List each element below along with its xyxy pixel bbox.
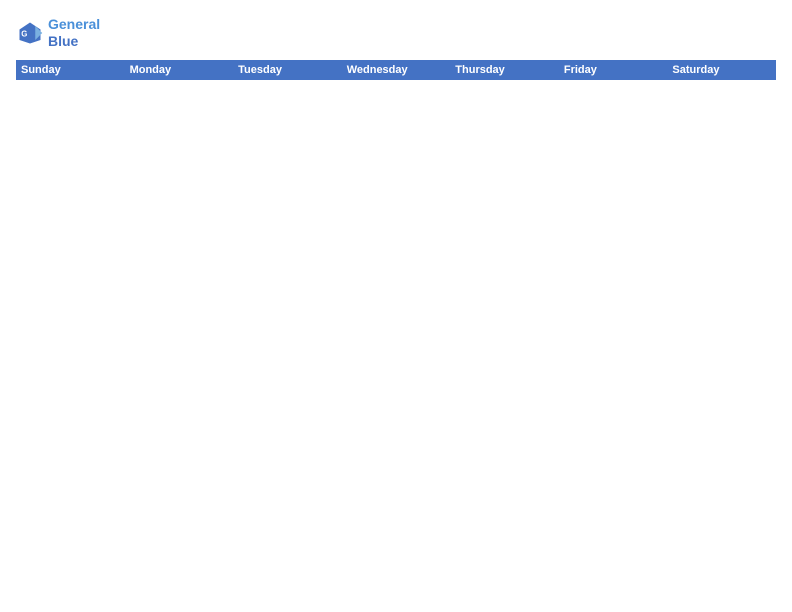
calendar-header-day: Tuesday xyxy=(233,60,342,80)
calendar-header-day: Saturday xyxy=(667,60,776,80)
page: G General Blue SundayMondayTuesdayWednes… xyxy=(0,0,792,612)
calendar-body xyxy=(16,80,776,596)
calendar-header-day: Sunday xyxy=(16,60,125,80)
calendar-header-day: Friday xyxy=(559,60,668,80)
svg-text:G: G xyxy=(21,29,27,38)
logo: G General Blue xyxy=(16,16,100,50)
calendar-header: SundayMondayTuesdayWednesdayThursdayFrid… xyxy=(16,60,776,80)
calendar-header-day: Wednesday xyxy=(342,60,451,80)
calendar: SundayMondayTuesdayWednesdayThursdayFrid… xyxy=(16,60,776,596)
logo-icon: G xyxy=(16,19,44,47)
calendar-header-day: Monday xyxy=(125,60,234,80)
header: G General Blue xyxy=(16,16,776,50)
calendar-header-day: Thursday xyxy=(450,60,559,80)
logo-text: General Blue xyxy=(48,16,100,50)
